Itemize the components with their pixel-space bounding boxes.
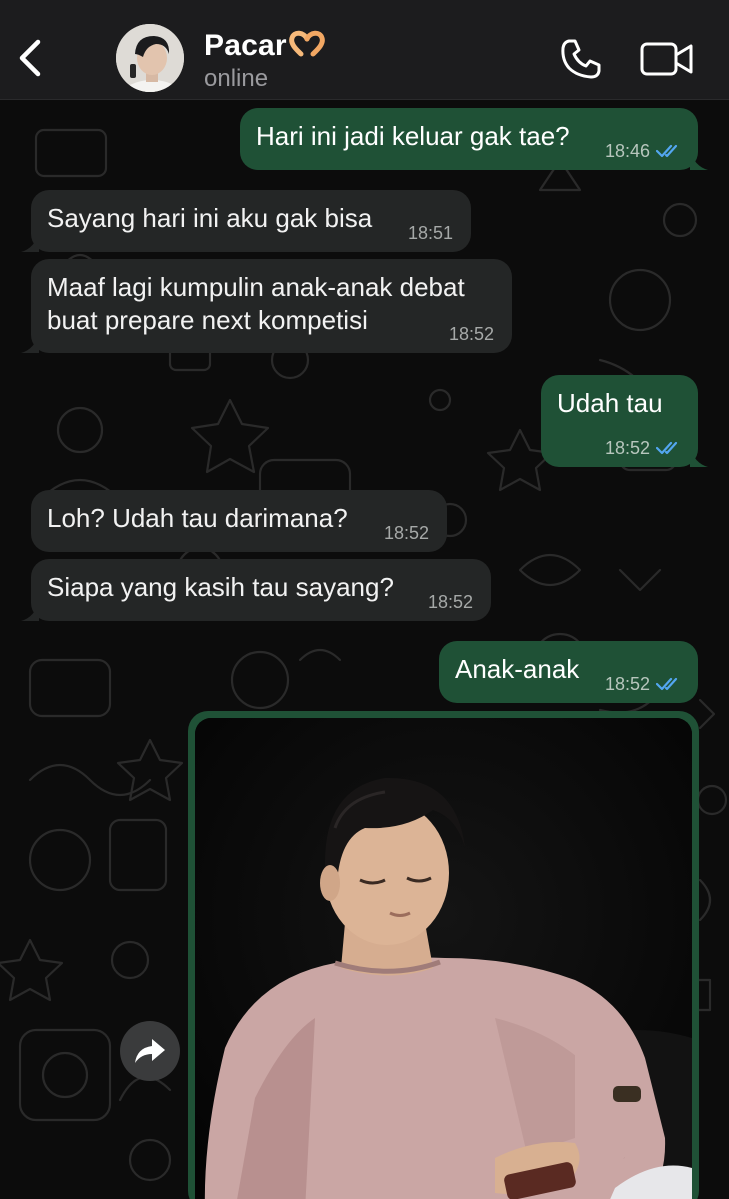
video-call-button[interactable] [640,40,694,78]
back-button[interactable] [14,36,48,80]
message-text: Sayang hari ini aku gak bisa [47,203,373,233]
phone-icon [561,39,601,79]
message-meta: 18:52 [605,438,682,458]
message-time: 18:51 [407,223,453,243]
bubble-tail [21,601,39,621]
contact-status: online [204,65,269,92]
double-check-icon [656,441,678,455]
bubble-tail [690,447,708,467]
message-time: 18:52 [448,324,494,344]
chat-screen: Pacar online Hari ini jadi keluar gak ta… [0,0,729,1199]
message-text: Maaf lagi kumpulin anak-anak debat buat … [47,272,465,335]
photo-message[interactable] [188,711,699,1199]
message-meta: 18:51 [408,223,453,243]
forward-button[interactable] [120,1021,180,1081]
avatar-image [116,24,184,92]
message-bubble-outgoing[interactable]: Hari ini jadi keluar gak tae? 18:46 [240,108,708,170]
chat-header: Pacar online [0,0,729,100]
avatar[interactable] [116,24,184,92]
photo-illustration [195,718,692,1199]
message-bubble-outgoing[interactable]: Udah tau 18:52 [541,375,708,467]
bubble-tail [21,232,39,252]
contact-name[interactable]: Pacar [204,29,325,63]
forward-arrow-icon [135,1039,165,1063]
message-bubble-incoming[interactable]: Loh? Udah tau darimana? 18:52 [31,490,447,552]
message-time: 18:52 [604,674,650,694]
chevron-left-icon [19,39,41,77]
message-time: 18:52 [427,592,473,612]
message-time: 18:52 [383,523,429,543]
double-check-icon [656,144,678,158]
message-meta: 18:52 [428,592,473,612]
message-meta: 18:52 [449,324,494,344]
message-text: Siapa yang kasih tau sayang? [47,572,394,602]
photo-image[interactable] [195,718,692,1199]
heart-hands-icon [288,30,325,57]
double-check-icon [656,677,678,691]
message-meta: 18:46 [605,141,682,161]
message-meta: 18:52 [605,674,682,694]
bubble-tail [21,333,39,353]
voice-call-button[interactable] [560,38,602,80]
message-text: Udah tau [557,388,663,418]
message-text: Loh? Udah tau darimana? [47,503,348,533]
message-bubble-incoming[interactable]: Maaf lagi kumpulin anak-anak debat buat … [21,259,512,353]
message-bubble-outgoing[interactable]: Anak-anak 18:52 [439,641,698,703]
message-meta: 18:52 [384,523,429,543]
message-time: 18:52 [604,438,650,458]
message-bubble-incoming[interactable]: Sayang hari ini aku gak bisa 18:51 [21,190,471,252]
video-camera-icon [640,42,693,76]
contact-name-text: Pacar [204,29,287,62]
message-list[interactable]: Hari ini jadi keluar gak tae? 18:46 Saya… [0,100,729,1199]
message-bubble-incoming[interactable]: Siapa yang kasih tau sayang? 18:52 [21,559,491,621]
bubble-tail [690,150,708,170]
message-time: 18:46 [604,141,650,161]
